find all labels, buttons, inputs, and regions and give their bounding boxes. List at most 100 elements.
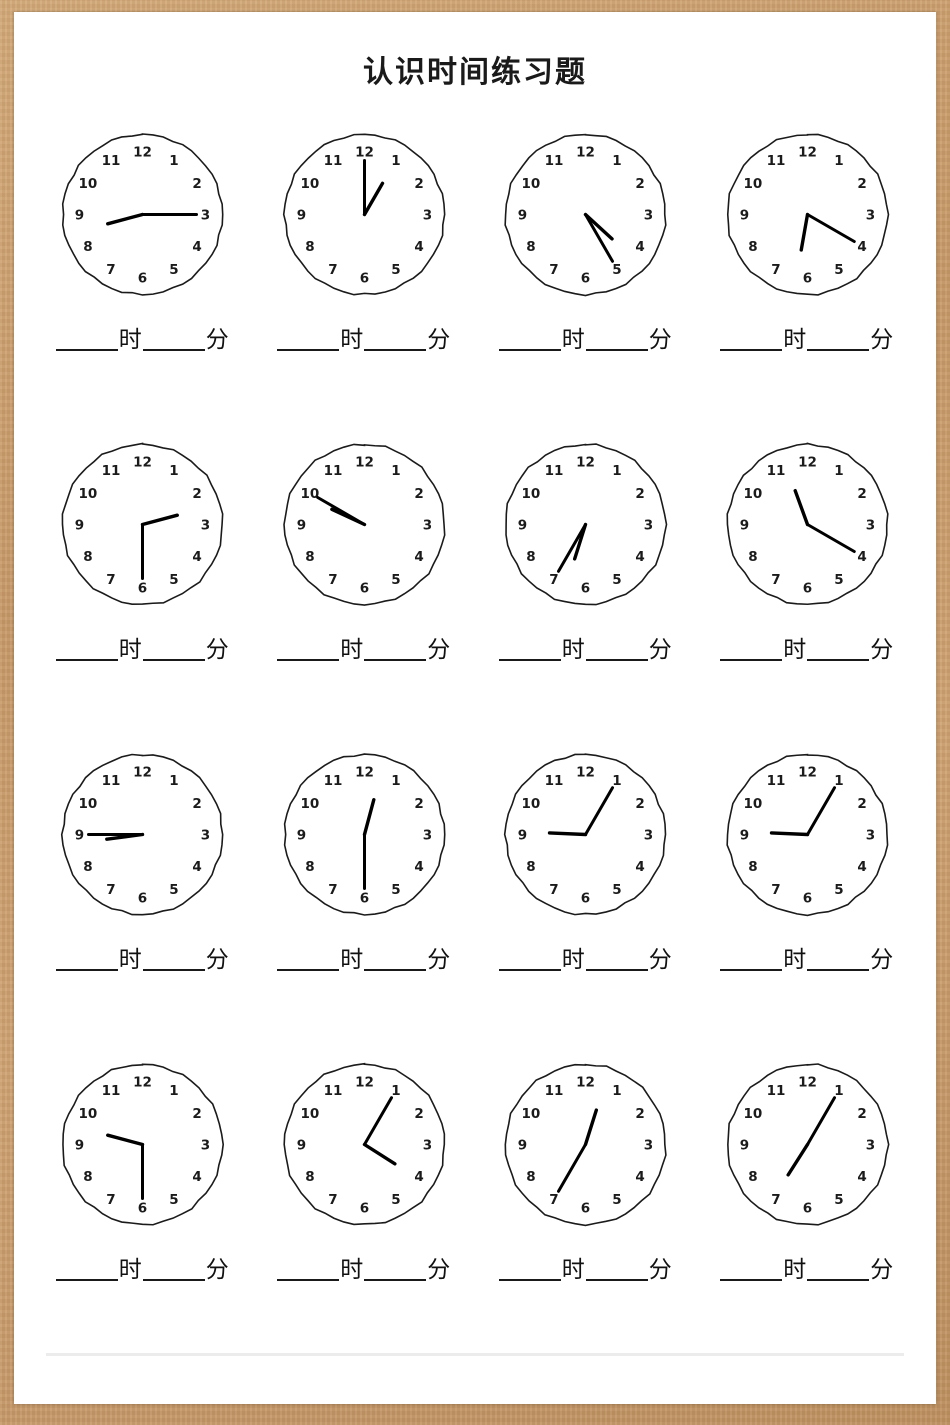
hour-label-5: 5 bbox=[391, 572, 400, 588]
hour-answer-blank[interactable] bbox=[277, 946, 340, 972]
minute-unit-label: 分 bbox=[870, 327, 894, 353]
hour-unit-label: 时 bbox=[783, 947, 807, 973]
hour-unit-label: 时 bbox=[340, 327, 364, 353]
hour-label-11: 11 bbox=[766, 463, 785, 479]
hour-label-2: 2 bbox=[414, 1106, 423, 1122]
hour-label-8: 8 bbox=[748, 1169, 757, 1185]
hour-answer-blank[interactable] bbox=[498, 326, 561, 352]
hour-label-10: 10 bbox=[743, 486, 762, 502]
minute-answer-blank[interactable] bbox=[364, 636, 427, 662]
hour-label-1: 1 bbox=[613, 153, 622, 169]
hour-unit-label: 时 bbox=[340, 637, 364, 663]
hour-label-9: 9 bbox=[297, 828, 306, 844]
minute-answer-blank[interactable] bbox=[142, 1256, 205, 1282]
minute-answer-blank[interactable] bbox=[585, 946, 648, 972]
hour-label-8: 8 bbox=[526, 549, 535, 565]
hour-label-8: 8 bbox=[748, 239, 757, 255]
minute-answer-blank[interactable] bbox=[807, 326, 870, 352]
hour-label-11: 11 bbox=[766, 773, 785, 789]
answer-line-7[interactable]: 时分 bbox=[498, 630, 673, 664]
hour-answer-blank[interactable] bbox=[55, 1256, 118, 1282]
hour-label-1: 1 bbox=[391, 773, 400, 789]
minute-answer-blank[interactable] bbox=[585, 1256, 648, 1282]
hour-label-1: 1 bbox=[613, 463, 622, 479]
hour-label-3: 3 bbox=[866, 1138, 875, 1154]
hour-answer-blank[interactable] bbox=[277, 326, 340, 352]
hour-hand bbox=[799, 212, 809, 252]
hour-label-5: 5 bbox=[613, 262, 622, 278]
hour-unit-label: 时 bbox=[118, 637, 142, 663]
answer-line-12[interactable]: 时分 bbox=[720, 940, 894, 974]
answer-line-6[interactable]: 时分 bbox=[277, 630, 451, 664]
hour-label-3: 3 bbox=[201, 1138, 210, 1154]
minute-hand bbox=[805, 213, 856, 243]
answer-line-9[interactable]: 时分 bbox=[55, 940, 230, 974]
hour-answer-blank[interactable] bbox=[720, 946, 783, 972]
minute-answer-blank[interactable] bbox=[364, 326, 427, 352]
hour-label-10: 10 bbox=[522, 176, 541, 192]
hour-label-9: 9 bbox=[740, 828, 749, 844]
minute-answer-blank[interactable] bbox=[807, 1256, 870, 1282]
clock-problem-9: 12 1 2 3 4 5 6 7 8 9 10 11 时分 bbox=[32, 747, 254, 1057]
answer-line-2[interactable]: 时分 bbox=[277, 320, 451, 354]
minute-answer-blank[interactable] bbox=[364, 946, 427, 972]
hour-answer-blank[interactable] bbox=[498, 1256, 561, 1282]
minute-answer-blank[interactable] bbox=[142, 326, 205, 352]
hour-label-10: 10 bbox=[300, 796, 319, 812]
minute-answer-blank[interactable] bbox=[585, 636, 648, 662]
minute-answer-blank[interactable] bbox=[585, 326, 648, 352]
hour-label-4: 4 bbox=[636, 1169, 645, 1185]
hour-answer-blank[interactable] bbox=[720, 1256, 783, 1282]
minute-hand bbox=[584, 786, 615, 836]
hour-label-9: 9 bbox=[297, 1138, 306, 1154]
minute-answer-blank[interactable] bbox=[807, 636, 870, 662]
hour-answer-blank[interactable] bbox=[720, 636, 783, 662]
clock-face-1: 12 1 2 3 4 5 6 7 8 9 10 11 bbox=[55, 127, 230, 302]
hour-label-8: 8 bbox=[526, 859, 535, 875]
hour-label-9: 9 bbox=[75, 1138, 84, 1154]
answer-line-11[interactable]: 时分 bbox=[498, 940, 673, 974]
clock-face-9: 12 1 2 3 4 5 6 7 8 9 10 11 bbox=[55, 747, 230, 922]
hour-answer-blank[interactable] bbox=[498, 636, 561, 662]
hour-unit-label: 时 bbox=[783, 327, 807, 353]
answer-line-8[interactable]: 时分 bbox=[720, 630, 894, 664]
minute-answer-blank[interactable] bbox=[364, 1256, 427, 1282]
minute-answer-blank[interactable] bbox=[807, 946, 870, 972]
answer-line-1[interactable]: 时分 bbox=[55, 320, 230, 354]
hour-label-10: 10 bbox=[522, 796, 541, 812]
hour-label-2: 2 bbox=[193, 176, 202, 192]
answer-line-10[interactable]: 时分 bbox=[277, 940, 451, 974]
hour-answer-blank[interactable] bbox=[498, 946, 561, 972]
hour-answer-blank[interactable] bbox=[55, 636, 118, 662]
hour-label-12: 12 bbox=[355, 455, 374, 471]
hour-label-6: 6 bbox=[803, 581, 812, 597]
answer-line-15[interactable]: 时分 bbox=[498, 1250, 673, 1284]
hour-label-6: 6 bbox=[803, 271, 812, 287]
hour-label-5: 5 bbox=[613, 572, 622, 588]
hour-answer-blank[interactable] bbox=[720, 326, 783, 352]
answer-line-5[interactable]: 时分 bbox=[55, 630, 230, 664]
minute-answer-blank[interactable] bbox=[142, 946, 205, 972]
hour-label-6: 6 bbox=[581, 1201, 590, 1217]
answer-line-4[interactable]: 时分 bbox=[720, 320, 894, 354]
hour-label-12: 12 bbox=[355, 1075, 374, 1091]
hour-answer-blank[interactable] bbox=[277, 1256, 340, 1282]
page-title: 认识时间练习题 bbox=[363, 55, 587, 90]
answer-line-13[interactable]: 时分 bbox=[55, 1250, 230, 1284]
hour-answer-blank[interactable] bbox=[55, 326, 118, 352]
hour-label-9: 9 bbox=[75, 208, 84, 224]
hour-label-3: 3 bbox=[644, 1138, 653, 1154]
hour-answer-blank[interactable] bbox=[55, 946, 118, 972]
minute-hand bbox=[557, 1143, 588, 1193]
minute-answer-blank[interactable] bbox=[142, 636, 205, 662]
clock-face-7: 12 1 2 3 4 5 6 7 8 9 10 11 bbox=[498, 437, 673, 612]
clock-face-15: 12 1 2 3 4 5 6 7 8 9 10 11 bbox=[498, 1057, 673, 1232]
hour-hand bbox=[786, 1142, 809, 1177]
hour-hand bbox=[362, 798, 376, 837]
answer-line-14[interactable]: 时分 bbox=[277, 1250, 451, 1284]
hour-label-10: 10 bbox=[300, 1106, 319, 1122]
hour-label-4: 4 bbox=[636, 239, 645, 255]
answer-line-3[interactable]: 时分 bbox=[498, 320, 673, 354]
answer-line-16[interactable]: 时分 bbox=[720, 1250, 894, 1284]
hour-answer-blank[interactable] bbox=[277, 636, 340, 662]
